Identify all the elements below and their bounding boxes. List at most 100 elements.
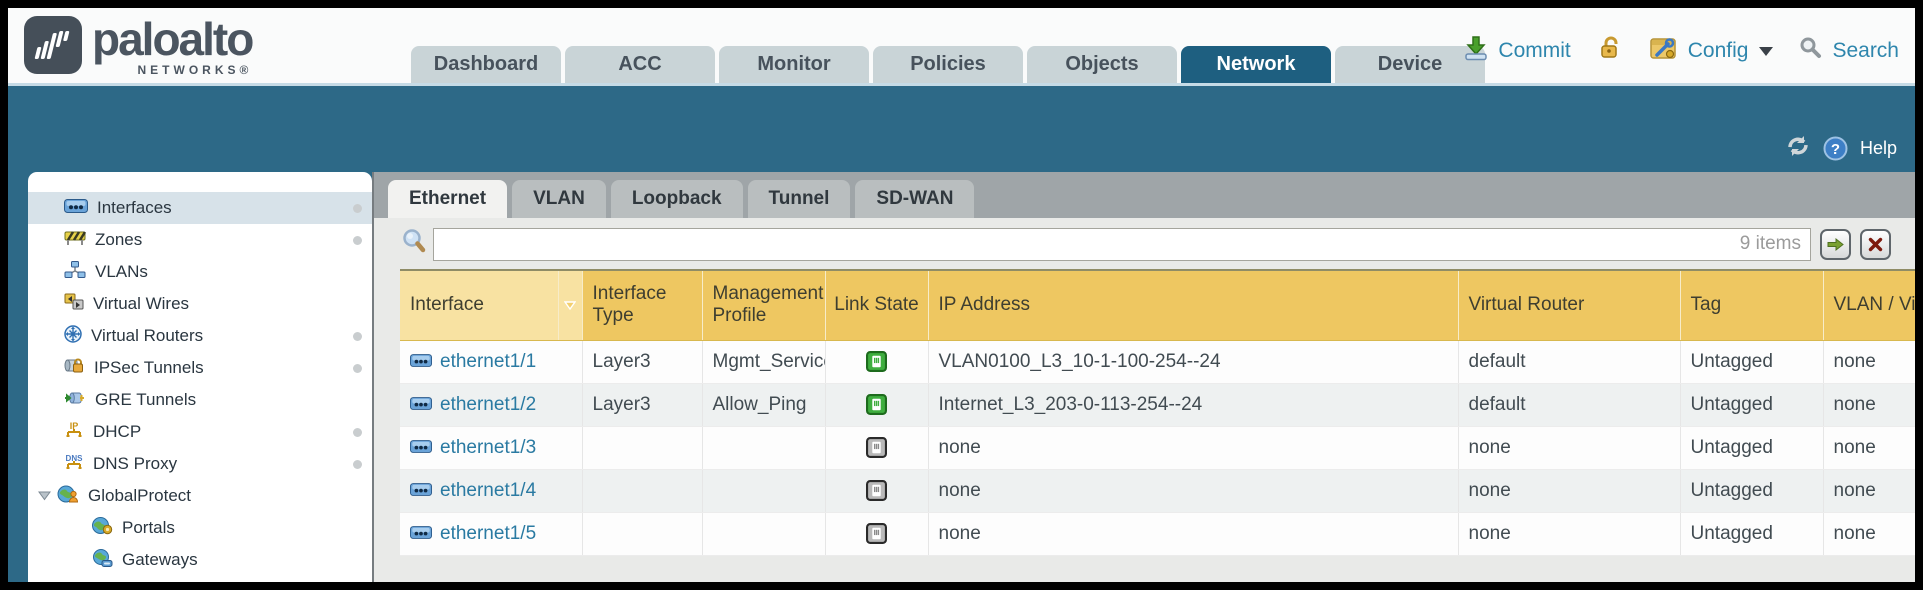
interface-subtabs: Ethernet VLAN Loopback Tunnel SD-WAN xyxy=(374,172,1915,218)
cell-type xyxy=(582,469,702,512)
col-ip-address[interactable]: IP Address xyxy=(928,270,1458,340)
interface-link[interactable]: ethernet1/5 xyxy=(440,523,536,545)
cell-type xyxy=(582,512,702,555)
zones-barrier-icon xyxy=(64,230,86,251)
clear-filter-button[interactable] xyxy=(1860,229,1891,260)
banner-tools: ? Help xyxy=(1785,134,1897,163)
col-interface[interactable]: Interface xyxy=(400,270,558,340)
cell-type xyxy=(582,426,702,469)
cell-vr: none xyxy=(1458,426,1680,469)
table-row[interactable]: ethernet1/3 ethernet1/3 none none Untagg… xyxy=(400,426,1923,469)
cell-vr: default xyxy=(1458,340,1680,383)
tab-acc[interactable]: ACC xyxy=(565,46,715,83)
cell-ip: VLAN0100_L3_10-1-100-254--24 xyxy=(928,340,1458,383)
sort-indicator-icon[interactable] xyxy=(558,270,582,340)
table-row[interactable]: ethernet1/5 ethernet1/5 none none Untagg… xyxy=(400,512,1923,555)
col-vlan-virtual-wire[interactable]: VLAN / Virtual Wire xyxy=(1823,270,1923,340)
sidebar-item-zones[interactable]: Zones xyxy=(28,224,372,256)
dns-proxy-icon: DNS xyxy=(64,453,84,476)
sidebar-item-portals[interactable]: Portals xyxy=(28,512,372,544)
filter-input[interactable] xyxy=(433,228,1811,261)
ethernet-port-icon xyxy=(410,394,432,416)
col-virtual-router[interactable]: Virtual Router xyxy=(1458,270,1680,340)
col-management-profile[interactable]: Management Profile xyxy=(702,270,825,340)
lock-icon[interactable] xyxy=(1597,35,1623,67)
cell-profile xyxy=(702,469,825,512)
top-header: paloalto NETWORKS® Dashboard ACC Monitor… xyxy=(8,8,1915,86)
item-dot xyxy=(353,428,362,437)
search-icon[interactable] xyxy=(1799,36,1823,66)
sidebar-item-ipsec-tunnels[interactable]: IPSec Tunnels xyxy=(28,352,372,384)
logo-brand-text: paloalto xyxy=(92,16,252,62)
sidebar-item-interfaces[interactable]: Interfaces xyxy=(28,192,372,224)
subtab-vlan[interactable]: VLAN xyxy=(512,180,606,218)
subtab-sdwan[interactable]: SD-WAN xyxy=(855,180,974,218)
sidebar-item-virtual-routers[interactable]: Virtual Routers xyxy=(28,320,372,352)
cell-vr: default xyxy=(1458,383,1680,426)
tab-network[interactable]: Network xyxy=(1181,46,1331,83)
cell-ip: none xyxy=(928,469,1458,512)
main-content: Ethernet VLAN Loopback Tunnel SD-WAN 9 i… xyxy=(372,172,1915,582)
config-icon[interactable] xyxy=(1649,35,1679,67)
tab-policies[interactable]: Policies xyxy=(873,46,1023,83)
table-header-row: Interface Interface Type Management Prof… xyxy=(400,270,1923,340)
subtab-loopback[interactable]: Loopback xyxy=(611,180,743,218)
table-row[interactable]: ethernet1/4 ethernet1/4 none none Untagg… xyxy=(400,469,1923,512)
paloalto-logo-icon xyxy=(24,16,82,74)
caret-down-icon[interactable] xyxy=(1759,47,1773,56)
help-icon[interactable]: ? xyxy=(1823,136,1848,161)
item-dot xyxy=(353,332,362,341)
tab-dashboard[interactable]: Dashboard xyxy=(411,46,561,83)
ethernet-port-icon xyxy=(410,437,432,459)
interface-link[interactable]: ethernet1/1 xyxy=(440,351,536,373)
virtual-wires-icon xyxy=(64,293,84,315)
table-row[interactable]: ethernet1/1 ethernet1/1 Layer3 Mgmt_Serv… xyxy=(400,340,1923,383)
commit-button[interactable]: Commit xyxy=(1498,39,1570,63)
col-link-state[interactable]: Link State xyxy=(825,270,928,340)
tab-objects[interactable]: Objects xyxy=(1027,46,1177,83)
cell-vlan: none xyxy=(1823,426,1923,469)
link-state-icon xyxy=(825,469,928,512)
config-button[interactable]: Config xyxy=(1688,39,1749,63)
col-tag[interactable]: Tag xyxy=(1680,270,1823,340)
sidebar-item-globalprotect[interactable]: GlobalProtect xyxy=(28,480,372,512)
app-window: paloalto NETWORKS® Dashboard ACC Monitor… xyxy=(0,0,1923,590)
svg-text:?: ? xyxy=(1831,141,1840,158)
ethernet-port-icon xyxy=(410,480,432,502)
cell-tag: Untagged xyxy=(1680,340,1823,383)
subtab-ethernet[interactable]: Ethernet xyxy=(388,180,507,218)
cell-vr: none xyxy=(1458,469,1680,512)
logo-networks-text: NETWORKS® xyxy=(92,64,252,76)
collapse-triangle-icon[interactable] xyxy=(38,486,51,506)
sidebar-item-vlans[interactable]: VLANs xyxy=(28,256,372,288)
interface-link[interactable]: ethernet1/3 xyxy=(440,437,536,459)
interface-link[interactable]: ethernet1/4 xyxy=(440,480,536,502)
link-state-icon xyxy=(825,383,928,426)
virtual-routers-icon xyxy=(64,325,82,348)
commit-icon[interactable] xyxy=(1463,35,1489,67)
globalprotect-icon xyxy=(57,485,79,508)
subtab-tunnel[interactable]: Tunnel xyxy=(748,180,851,218)
sidebar-item-gre-tunnels[interactable]: GRE Tunnels xyxy=(28,384,372,416)
sidebar-item-virtual-wires[interactable]: Virtual Wires xyxy=(28,288,372,320)
cell-ip: Internet_L3_203-0-113-254--24 xyxy=(928,383,1458,426)
cell-profile: Allow_Ping xyxy=(702,383,825,426)
col-interface-type[interactable]: Interface Type xyxy=(582,270,702,340)
item-dot xyxy=(353,364,362,373)
sidebar-item-dns-proxy[interactable]: DNS DNS Proxy xyxy=(28,448,372,480)
table-row[interactable]: ethernet1/2 ethernet1/2 Layer3 Allow_Pin… xyxy=(400,383,1923,426)
apply-filter-button[interactable] xyxy=(1820,229,1851,260)
interface-link[interactable]: ethernet1/2 xyxy=(440,394,536,416)
help-label[interactable]: Help xyxy=(1860,138,1897,159)
search-button[interactable]: Search xyxy=(1832,39,1899,63)
refresh-icon[interactable] xyxy=(1785,134,1811,163)
filter-toolbar: 9 items xyxy=(374,218,1915,269)
ethernet-port-icon xyxy=(410,523,432,545)
ethernet-ports-icon xyxy=(64,198,88,218)
cell-tag: Untagged xyxy=(1680,469,1823,512)
cell-tag: Untagged xyxy=(1680,383,1823,426)
tab-monitor[interactable]: Monitor xyxy=(719,46,869,83)
cell-type: Layer3 xyxy=(582,340,702,383)
sidebar-item-gateways[interactable]: Gateways xyxy=(28,544,372,576)
sidebar-item-dhcp[interactable]: IP DHCP xyxy=(28,416,372,448)
